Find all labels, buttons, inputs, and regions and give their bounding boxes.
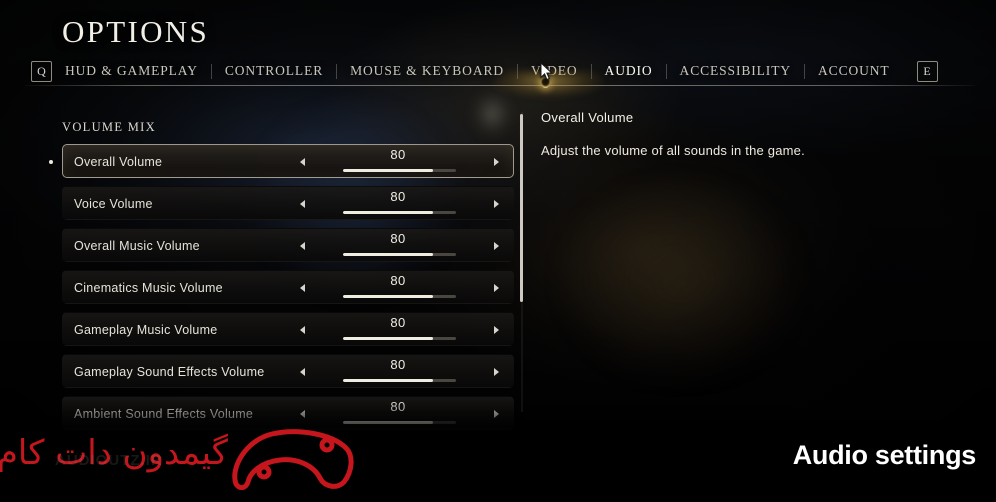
slider-value: 80 [390, 357, 406, 372]
decrease-value-button[interactable] [295, 229, 309, 263]
description-panel: Overall Volume Adjust the volume of all … [541, 110, 961, 161]
slider-value: 80 [390, 147, 406, 162]
background-glow-highlight [470, 88, 514, 140]
increase-value-button[interactable] [489, 145, 503, 179]
setting-label: Gameplay Sound Effects Volume [74, 365, 265, 379]
tab-bar-divider [25, 85, 975, 86]
setting-label: Voice Volume [74, 197, 153, 211]
slider-track[interactable] [343, 253, 456, 256]
options-screen: OPTIONS Q HUD & GAMEPLAY CONTROLLER MOUSE … [0, 0, 996, 502]
volume-slider[interactable]: 80 [340, 229, 456, 263]
active-tab-marker [541, 77, 550, 88]
slider-track[interactable] [343, 295, 456, 298]
triangle-right-icon [493, 200, 499, 208]
setting-row[interactable]: Gameplay Sound Effects Volume 80 [62, 354, 514, 388]
slider-value: 80 [390, 189, 406, 204]
setting-row[interactable]: Overall Volume 80 [49, 144, 514, 179]
slider-fill [343, 253, 434, 256]
setting-label: Overall Volume [74, 155, 163, 169]
tab-controller[interactable]: CONTROLLER [212, 63, 336, 79]
slider-fill [343, 169, 434, 172]
triangle-right-icon [493, 242, 499, 250]
slider-fill [343, 379, 434, 382]
description-title: Overall Volume [541, 110, 634, 125]
slider-fill [343, 211, 434, 214]
tab-bar: Q HUD & GAMEPLAY CONTROLLER MOUSE & KEYBOA… [0, 58, 996, 84]
setting-label: Gameplay Music Volume [74, 323, 218, 337]
section-label: VOLUME MIX [62, 120, 156, 134]
volume-slider[interactable]: 80 [340, 145, 456, 179]
decrease-value-button[interactable] [295, 271, 309, 305]
volume-slider[interactable]: 80 [340, 397, 456, 431]
increase-value-button[interactable] [489, 355, 503, 389]
page-title: OPTIONS [62, 14, 210, 49]
description-body: Adjust the volume of all sounds in the g… [541, 143, 805, 158]
setting-label: Overall Music Volume [74, 239, 200, 253]
setting-label: Ambient Sound Effects Volume [74, 407, 254, 421]
settings-list: Overall Volume 80 Voice Volume 80 Overall Mu… [49, 144, 514, 438]
decrease-value-button[interactable] [295, 145, 309, 179]
decrease-value-button[interactable] [295, 313, 309, 347]
tab-accessibility[interactable]: ACCESSIBILITY [667, 63, 804, 79]
triangle-left-icon [299, 158, 305, 166]
tab-account[interactable]: ACCOUNT [805, 63, 903, 79]
slider-track[interactable] [343, 211, 456, 214]
prev-tab-key-badge[interactable]: Q [31, 60, 52, 82]
setting-row[interactable]: Cinematics Music Volume 80 [62, 270, 514, 304]
volume-slider[interactable]: 80 [340, 271, 456, 305]
volume-slider[interactable]: 80 [340, 355, 456, 389]
triangle-right-icon [493, 158, 499, 166]
increase-value-button[interactable] [489, 229, 503, 263]
decrease-value-button[interactable] [295, 397, 309, 431]
slider-fill [343, 295, 434, 298]
scrollbar-thumb[interactable] [520, 114, 523, 302]
triangle-right-icon [493, 284, 499, 292]
slider-fill [343, 337, 434, 340]
tab-mouse-keyboard[interactable]: MOUSE & KEYBOARD [337, 63, 517, 79]
increase-value-button[interactable] [489, 313, 503, 347]
triangle-left-icon [299, 326, 305, 334]
setting-row[interactable]: Gameplay Music Volume 80 [62, 312, 514, 346]
increase-value-button[interactable] [489, 187, 503, 221]
gamepad-outline-icon [232, 429, 354, 490]
triangle-left-icon [299, 284, 305, 292]
volume-slider[interactable]: 80 [340, 187, 456, 221]
decrease-value-button[interactable] [295, 355, 309, 389]
increase-value-button[interactable] [489, 397, 503, 431]
selection-bullet-icon [49, 160, 53, 164]
triangle-left-icon [299, 410, 305, 418]
slider-track[interactable] [343, 379, 456, 382]
caption-label: Audio settings [792, 440, 977, 470]
ghost-watermark: AUDIOUTZ.IR [55, 452, 163, 469]
increase-value-button[interactable] [489, 271, 503, 305]
next-tab-key-badge[interactable]: E [916, 60, 938, 82]
background-glow-amber [560, 180, 800, 380]
tab-audio[interactable]: AUDIO [592, 63, 666, 79]
tab-hud-gameplay[interactable]: HUD & GAMEPLAY [52, 63, 211, 79]
setting-label: Cinematics Music Volume [74, 281, 223, 295]
setting-row[interactable]: Ambient Sound Effects Volume 80 [62, 396, 514, 430]
decrease-value-button[interactable] [295, 187, 309, 221]
slider-fill [343, 421, 434, 424]
slider-value: 80 [390, 231, 406, 246]
tab-video[interactable]: VIDEO [518, 63, 591, 79]
slider-track[interactable] [343, 169, 456, 172]
triangle-right-icon [493, 326, 499, 334]
slider-value: 80 [390, 399, 406, 414]
triangle-left-icon [299, 368, 305, 376]
slider-track[interactable] [343, 337, 456, 340]
triangle-right-icon [493, 410, 499, 418]
setting-row[interactable]: Overall Music Volume 80 [62, 228, 514, 262]
triangle-left-icon [299, 200, 305, 208]
triangle-right-icon [493, 368, 499, 376]
slider-value: 80 [390, 315, 406, 330]
setting-row[interactable]: Voice Volume 80 [62, 186, 514, 220]
slider-track[interactable] [343, 421, 456, 424]
volume-slider[interactable]: 80 [340, 313, 456, 347]
triangle-left-icon [299, 242, 305, 250]
slider-value: 80 [390, 273, 406, 288]
